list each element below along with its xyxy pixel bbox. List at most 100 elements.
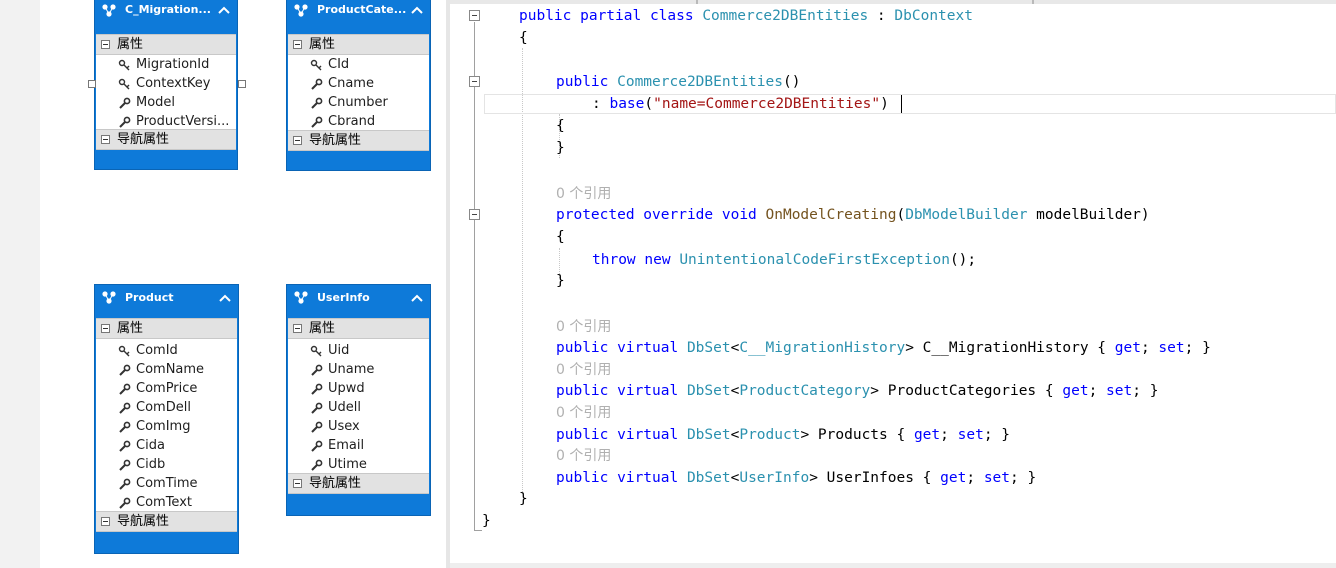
collapse-toggle-icon[interactable] xyxy=(293,324,302,333)
property-name: ComImg xyxy=(136,419,191,434)
outline-end xyxy=(474,530,482,531)
selection-handle[interactable] xyxy=(238,80,246,88)
property-row[interactable]: Cbrand xyxy=(288,112,429,130)
entity-header[interactable]: Product xyxy=(95,285,238,318)
codelens-reference-count[interactable]: 0 个引用 xyxy=(556,316,611,338)
section-label: 属性 xyxy=(309,37,336,52)
property-name: ComDell xyxy=(136,400,191,415)
property-list: MigrationId ContextKey Model ProductVers… xyxy=(96,55,236,129)
collapse-region-icon[interactable] xyxy=(469,76,480,87)
section-label: 属性 xyxy=(117,321,144,336)
entity-product-category[interactable]: ProductCate... 属性 CId Cname Cnumber Cbra… xyxy=(286,0,431,171)
property-row[interactable]: ComTime xyxy=(96,474,237,493)
property-wrench-icon xyxy=(119,364,131,376)
property-row[interactable]: Cname xyxy=(288,74,429,93)
entity-title: C_Migration... xyxy=(125,3,211,16)
property-row[interactable]: Email xyxy=(288,436,429,455)
property-wrench-icon xyxy=(311,116,323,128)
chevron-up-icon[interactable] xyxy=(218,5,230,15)
chevron-up-icon[interactable] xyxy=(411,293,423,303)
entity-title: UserInfo xyxy=(317,291,370,304)
properties-section-header[interactable]: 属性 xyxy=(96,318,237,339)
entity-icon xyxy=(102,291,116,304)
entity-icon xyxy=(294,4,308,17)
code-line-base-call: : base("name=Commerce2DBEntities") xyxy=(592,96,889,112)
collapse-toggle-icon[interactable] xyxy=(101,324,110,333)
collapse-toggle-icon[interactable] xyxy=(101,135,110,144)
property-wrench-icon xyxy=(119,440,131,452)
navigation-properties-section-header[interactable]: 导航属性 xyxy=(96,511,237,532)
editor-bottom-edge xyxy=(450,563,1336,568)
property-row[interactable]: Model xyxy=(96,93,236,112)
collapse-region-icon[interactable] xyxy=(469,10,480,21)
code-editor[interactable]: public partial class Commerce2DBEntities… xyxy=(450,0,1336,568)
property-row[interactable]: Cida xyxy=(96,436,237,455)
property-wrench-icon xyxy=(311,78,323,90)
entity-product[interactable]: Product 属性 ComId ComName ComPrice ComDel… xyxy=(94,284,239,554)
codelens-reference-count[interactable]: 0 个引用 xyxy=(556,359,611,381)
navigation-properties-section-header[interactable]: 导航属性 xyxy=(288,473,429,494)
property-row[interactable]: Udell xyxy=(288,398,429,417)
codelens-reference-count[interactable]: 0 个引用 xyxy=(556,183,611,205)
property-row[interactable]: ComImg xyxy=(96,417,237,436)
property-name: Cida xyxy=(136,438,165,453)
property-row[interactable]: ComText xyxy=(96,493,237,511)
chevron-up-icon[interactable] xyxy=(219,293,231,303)
chevron-up-icon[interactable] xyxy=(411,5,423,15)
entity-header[interactable]: ProductCate... xyxy=(287,0,430,34)
property-row[interactable]: MigrationId xyxy=(96,55,236,74)
property-wrench-icon xyxy=(119,459,131,471)
property-row[interactable]: ProductVersi... xyxy=(96,112,236,129)
property-name: Model xyxy=(136,95,176,110)
property-row[interactable]: CId xyxy=(288,55,429,74)
property-row[interactable]: ComDell xyxy=(96,398,237,417)
navigation-properties-section-header[interactable]: 导航属性 xyxy=(288,130,429,151)
code-text-area[interactable]: public partial class Commerce2DBEntities… xyxy=(450,0,1336,568)
property-row[interactable]: Uname xyxy=(288,360,429,379)
collapse-toggle-icon[interactable] xyxy=(293,479,302,488)
property-row[interactable]: Cidb xyxy=(96,455,237,474)
collapse-region-icon[interactable] xyxy=(469,209,480,220)
property-name: Udell xyxy=(328,400,361,415)
codelens-reference-count[interactable]: 0 个引用 xyxy=(556,402,611,424)
property-wrench-icon xyxy=(119,478,131,490)
property-list: Uid Uname Upwd Udell Usex Email Utime xyxy=(288,339,429,473)
section-label: 导航属性 xyxy=(117,514,170,529)
entity-designer-canvas[interactable]: C_Migration... 属性 MigrationId ContextKey… xyxy=(40,0,446,568)
code-line-constructor: public Commerce2DBEntities() xyxy=(556,74,801,90)
properties-section-header[interactable]: 属性 xyxy=(288,34,429,55)
section-label: 导航属性 xyxy=(117,132,170,147)
property-name: ContextKey xyxy=(136,76,211,91)
entity-user-info[interactable]: UserInfo 属性 Uid Uname Upwd Udell Usex Em… xyxy=(286,284,431,516)
property-wrench-icon xyxy=(311,459,323,471)
entity-c-migration-history[interactable]: C_Migration... 属性 MigrationId ContextKey… xyxy=(94,0,238,170)
properties-section-header[interactable]: 属性 xyxy=(96,34,236,55)
property-row[interactable]: ContextKey xyxy=(96,74,236,93)
code-line-brace: { xyxy=(556,118,565,134)
navigation-properties-section-header[interactable]: 导航属性 xyxy=(96,129,236,150)
property-wrench-icon xyxy=(119,383,131,395)
properties-section-header[interactable]: 属性 xyxy=(288,318,429,339)
section-label: 导航属性 xyxy=(309,133,362,148)
code-line-property: public virtual DbSet<Product> Products {… xyxy=(556,427,1011,443)
property-row[interactable]: Uid xyxy=(288,341,429,360)
property-row[interactable]: Cnumber xyxy=(288,93,429,112)
code-line-property: public virtual DbSet<C__MigrationHistory… xyxy=(556,340,1211,356)
entity-header[interactable]: C_Migration... xyxy=(95,0,237,34)
collapse-toggle-icon[interactable] xyxy=(101,517,110,526)
property-row[interactable]: Utime xyxy=(288,455,429,473)
property-row[interactable]: ComId xyxy=(96,341,237,360)
collapse-toggle-icon[interactable] xyxy=(101,40,110,49)
codelens-reference-count[interactable]: 0 个引用 xyxy=(556,445,611,467)
collapse-toggle-icon[interactable] xyxy=(293,136,302,145)
entity-header[interactable]: UserInfo xyxy=(287,285,430,318)
property-row[interactable]: ComName xyxy=(96,360,237,379)
key-icon xyxy=(310,59,322,71)
collapse-toggle-icon[interactable] xyxy=(293,40,302,49)
property-row[interactable]: Usex xyxy=(288,417,429,436)
property-row[interactable]: ComPrice xyxy=(96,379,237,398)
text-caret xyxy=(901,95,902,113)
property-name: Cname xyxy=(328,76,374,91)
property-row[interactable]: Upwd xyxy=(288,379,429,398)
selection-handle[interactable] xyxy=(88,80,96,88)
